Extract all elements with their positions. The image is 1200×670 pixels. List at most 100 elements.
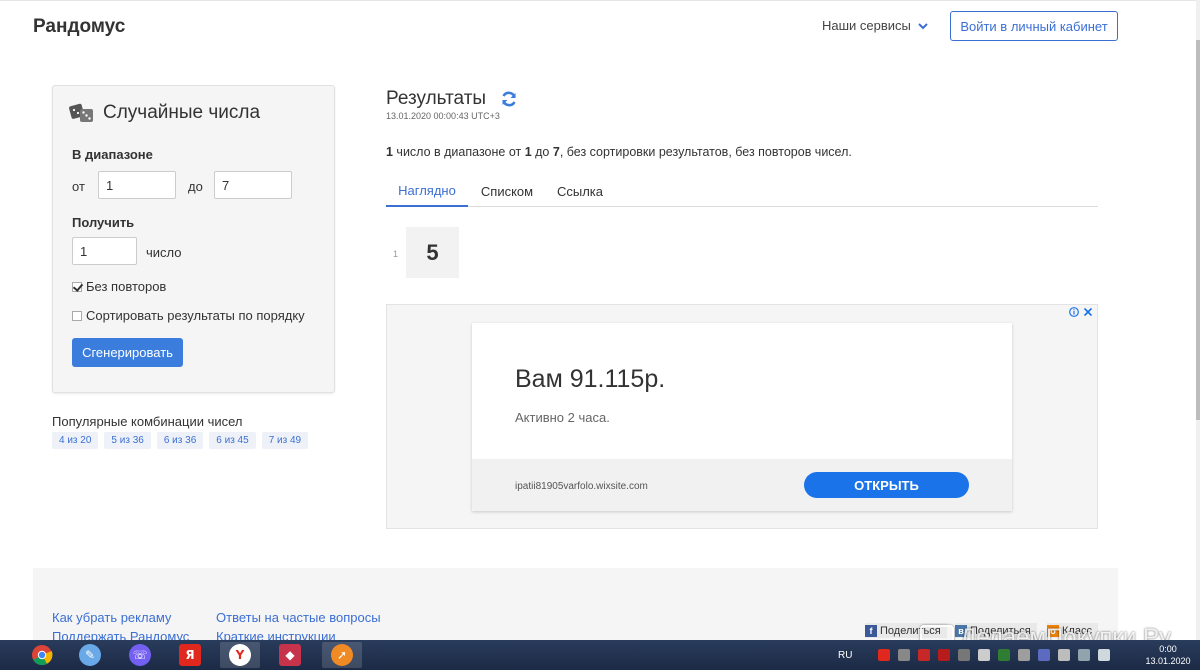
language-indicator[interactable]: RU [838,650,852,661]
desc-from: 1 [524,145,532,159]
results-title: Результаты [386,88,518,110]
tab-visual[interactable]: Наглядно [386,176,468,207]
ad-block: Вам 91.115р. Активно 2 часа. ipatii81905… [386,304,1098,529]
popular-combinations-title: Популярные комбинации чисел [52,414,243,429]
ad-controls [1069,307,1093,317]
clock-time: 0:00 [1159,644,1177,654]
tray-app2-icon[interactable] [998,649,1011,661]
popular-combinations-list: 4 из 20 5 из 36 6 из 36 6 из 45 7 из 49 [52,432,309,449]
watermark-logo-icon [920,625,954,640]
get-label: Получить [72,215,135,230]
watermark: ДелаемПокупки.Ру [920,624,1171,640]
taskbar-paint[interactable]: ✎ [70,642,110,668]
ad-open-button[interactable]: ОТКРЫТЬ [804,472,969,498]
count-unit-label: число [146,245,182,260]
to-label: до [188,179,203,194]
refresh-icon[interactable] [500,90,518,108]
taskbar-chrome[interactable] [22,642,62,668]
footer-link-support[interactable]: Поддержать Рандомус [52,629,189,640]
result-index: 1 [393,249,399,259]
combination-chip[interactable]: 6 из 36 [156,432,204,449]
results-description: 1 число в диапазоне от 1 до 7, без сорти… [386,145,852,159]
chrome-icon [32,645,53,666]
no-repeat-checkbox[interactable]: Без повторов [72,279,166,294]
dice-icon [69,103,93,122]
yandex-icon: Я [179,644,201,666]
combination-chip[interactable]: 4 из 20 [52,432,99,449]
system-tray: RU [838,640,1111,670]
tab-list[interactable]: Списком [470,176,544,207]
range-from-input[interactable] [98,171,176,199]
checkbox-checked-icon[interactable] [72,281,82,292]
combination-chip[interactable]: 6 из 45 [209,432,256,449]
footer-link-instructions[interactable]: Краткие инструкции [216,629,336,640]
generate-button[interactable]: Сгенерировать [72,338,183,367]
desc-to: 7 [552,145,560,159]
panel-title: Случайные числа [69,102,260,124]
taskbar-app-active[interactable]: ➚ [322,642,362,668]
from-label: от [72,179,85,194]
taskbar-app[interactable]: ◆ [270,642,310,668]
vertical-scrollbar[interactable] [1196,0,1200,640]
app-icon: ◆ [279,644,301,666]
combination-chip[interactable]: 7 из 49 [261,432,309,449]
desc-text: до [531,145,553,159]
desc-count: 1 [386,145,393,159]
rocket-icon: ➚ [331,644,353,666]
tray-yandex-icon[interactable] [878,649,891,661]
desc-text: число в диапазоне от [392,145,525,159]
sort-label: Сортировать результаты по порядку [86,308,305,323]
ad-headline[interactable]: Вам 91.115р. [515,365,665,394]
tray-volume-icon[interactable] [1098,649,1111,661]
tray-bluetooth-icon[interactable] [1038,649,1051,661]
tray-monitor-icon[interactable] [958,649,971,661]
result-number: 5 [406,227,459,278]
services-menu-label: Наши сервисы [822,18,911,33]
scrollbar-thumb[interactable] [1196,40,1200,420]
browser-page: Рандомус Наши сервисы Войти в личный каб… [0,0,1196,640]
tray-flag-icon[interactable] [1058,649,1071,661]
tray-keyboard-icon[interactable] [1018,649,1031,661]
taskbar-clock[interactable]: 0:00 13.01.2020 [1136,643,1200,667]
site-logo[interactable]: Рандомус [33,16,125,38]
top-border [0,0,1196,4]
desc-text: , без сортировки результатов, без повтор… [559,145,852,159]
checkbox-unchecked-icon[interactable] [72,310,82,321]
results-title-text: Результаты [386,88,487,109]
tray-pdf-icon[interactable] [918,649,931,661]
tray-network-icon[interactable] [978,649,991,661]
results-tabs: Наглядно Списком Ссылка [386,176,1098,207]
taskbar-yandex-browser[interactable]: Y [220,642,260,668]
clock-date: 13.01.2020 [1145,656,1191,666]
taskbar-yandex[interactable]: Я [170,642,210,668]
tray-update-icon[interactable] [938,649,951,661]
panel-title-text: Случайные числа [103,102,261,123]
ad-footer: ipatii81905varfolo.wixsite.com ОТКРЫТЬ [472,459,1012,511]
footer-link-faq[interactable]: Ответы на частые вопросы [216,610,381,625]
info-icon[interactable] [1069,307,1079,317]
ad-subtext: Активно 2 часа. [515,410,610,425]
services-menu[interactable]: Наши сервисы [822,18,929,33]
generator-panel: Случайные числа В диапазоне от до Получи… [52,85,335,393]
range-label: В диапазоне [72,147,153,162]
results-timestamp: 13.01.2020 00:00:43 UTC+3 [386,111,500,121]
tray-app-icon[interactable] [898,649,911,661]
combination-chip[interactable]: 5 из 36 [104,432,151,449]
viber-icon: ☏ [129,644,151,666]
range-to-input[interactable] [214,171,292,199]
count-input[interactable] [72,237,137,265]
footer-link-remove-ads[interactable]: Как убрать рекламу [52,610,171,625]
taskbar-viber[interactable]: ☏ [120,642,160,668]
facebook-icon: f [865,624,877,637]
close-icon[interactable] [1083,307,1093,317]
ad-card[interactable]: Вам 91.115р. Активно 2 часа. ipatii81905… [472,323,1012,511]
paint-icon: ✎ [79,644,101,666]
start-button[interactable] [0,640,22,670]
ad-site-url[interactable]: ipatii81905varfolo.wixsite.com [515,481,648,492]
watermark-text: ДелаемПокупки.Ру [960,624,1171,640]
tray-power-icon[interactable] [1078,649,1091,661]
windows-taskbar: ✎ ☏ Я Y ◆ ➚ RU 0:00 13.01.2020 [0,640,1200,670]
login-button[interactable]: Войти в личный кабинет [950,11,1118,41]
sort-checkbox[interactable]: Сортировать результаты по порядку [72,308,305,323]
tab-link[interactable]: Ссылка [546,176,614,207]
